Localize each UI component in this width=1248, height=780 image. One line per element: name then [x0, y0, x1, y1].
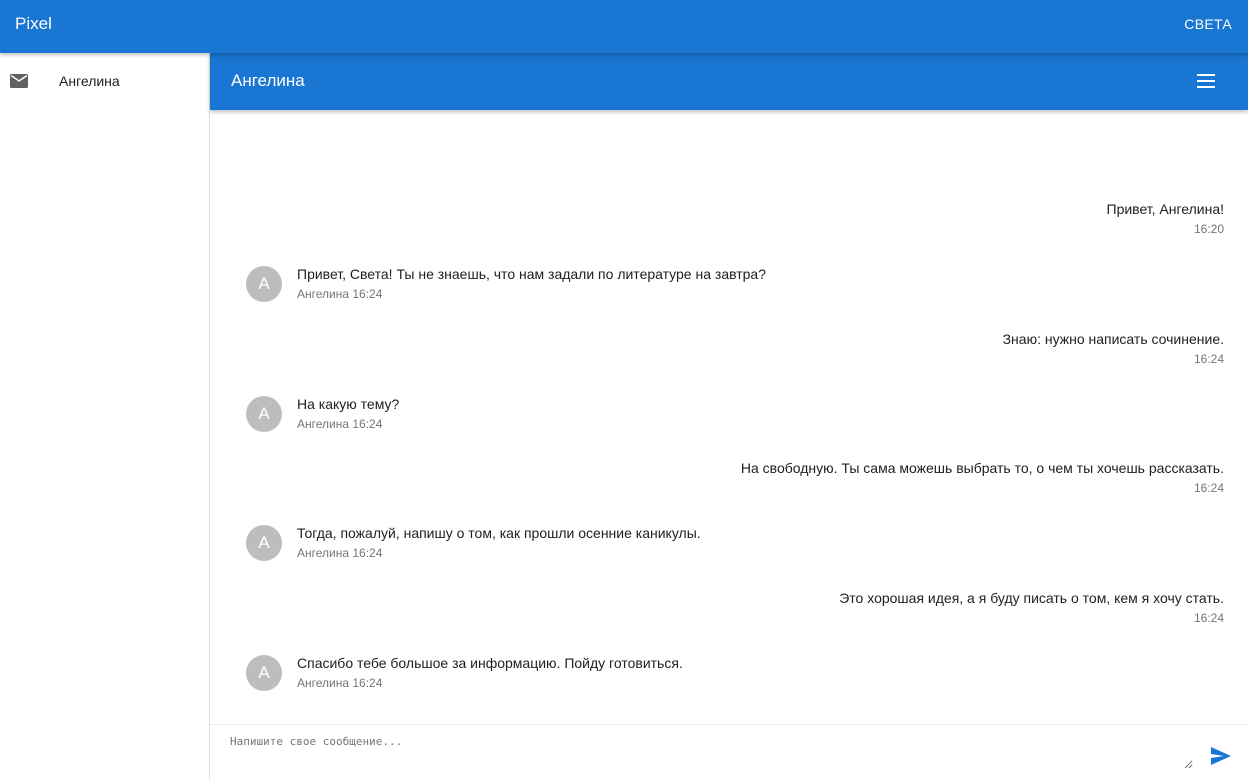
message-meta: Ангелина 16:24	[297, 676, 383, 690]
sidebar: Ангелина	[0, 53, 210, 780]
avatar: А	[246, 655, 282, 691]
message-input[interactable]	[230, 735, 1193, 769]
avatar: А	[246, 525, 282, 561]
user-menu-button[interactable]: СВЕТА	[1184, 16, 1232, 32]
message-time: 16:24	[1193, 611, 1224, 625]
chat-title: Ангелина	[231, 71, 305, 90]
message-text: Привет, Ангелина!	[1106, 201, 1225, 217]
chat-header: Ангелина	[210, 53, 1248, 110]
outgoing-message: На свободную. Ты сама можешь выбрать то,…	[741, 460, 1224, 495]
hamburger-menu-icon[interactable]	[1197, 74, 1215, 88]
message-meta: Ангелина 16:24	[297, 546, 383, 560]
message-text: Спасибо тебе большое за информацию. Пойд…	[297, 655, 683, 671]
message-time: 16:20	[1193, 222, 1224, 236]
app-title: Pixel	[15, 14, 52, 33]
message-meta: Ангелина 16:24	[297, 417, 383, 431]
message-text: Это хорошая идея, а я буду писать о том,…	[839, 590, 1224, 606]
outgoing-message: Это хорошая идея, а я буду писать о том,…	[839, 590, 1224, 625]
message-composer	[210, 724, 1248, 780]
outgoing-message: Знаю: нужно написать сочинение. 16:24	[1003, 331, 1224, 366]
avatar: А	[246, 396, 282, 432]
outgoing-message: Привет, Ангелина! 16:20	[1107, 201, 1225, 236]
message-text: Тогда, пожалуй, напишу о том, как прошли…	[297, 525, 701, 541]
avatar: А	[246, 266, 282, 302]
sidebar-item-label: Ангелина	[59, 73, 120, 89]
send-icon[interactable]	[1211, 747, 1231, 765]
mail-icon	[10, 74, 28, 88]
message-text: На какую тему?	[297, 396, 400, 412]
message-meta: Ангелина 16:24	[297, 287, 383, 301]
sidebar-item-angelina[interactable]: Ангелина	[0, 53, 209, 109]
app-bar: Pixel СВЕТА	[0, 0, 1248, 53]
message-time: 16:24	[1193, 481, 1224, 495]
message-text: Привет, Света! Ты не знаешь, что нам зад…	[297, 266, 766, 282]
message-text: Знаю: нужно написать сочинение.	[1002, 331, 1224, 347]
message-text: На свободную. Ты сама можешь выбрать то,…	[740, 460, 1224, 476]
message-list: Привет, Ангелина! 16:20 А Привет, Света!…	[210, 110, 1248, 724]
message-time: 16:24	[1193, 352, 1224, 366]
